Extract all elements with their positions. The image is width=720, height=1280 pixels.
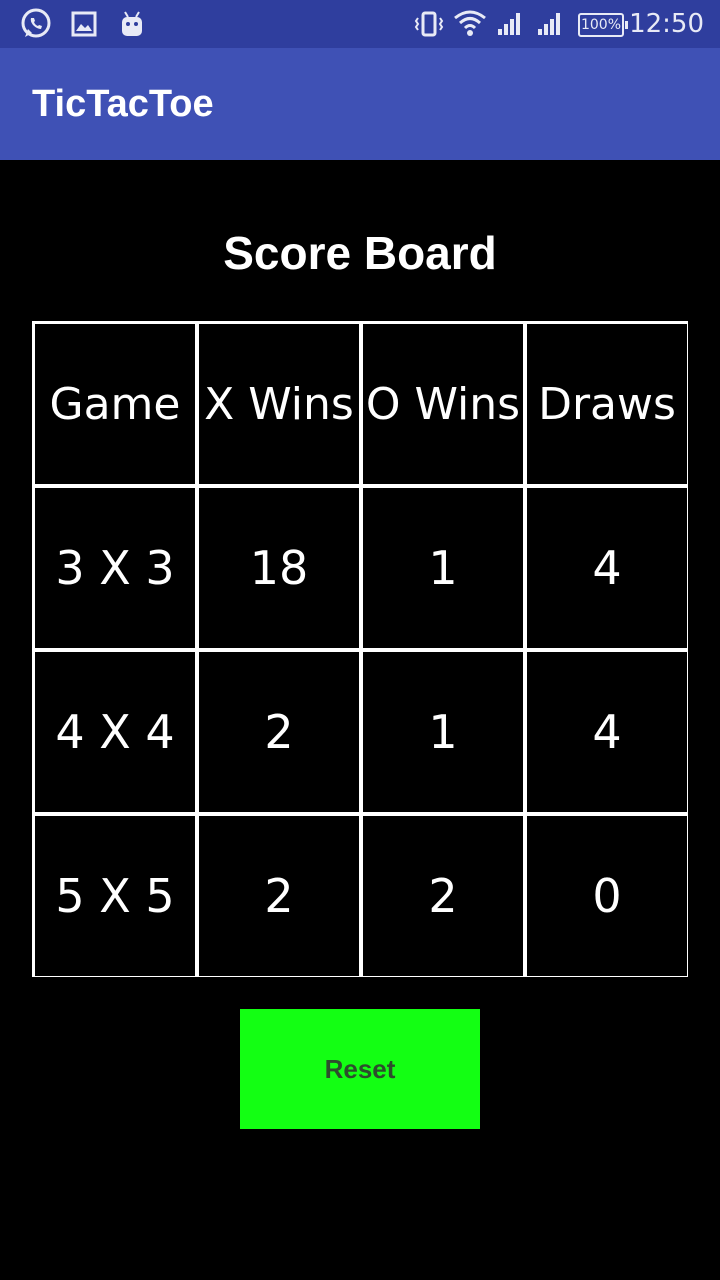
table-cell-o-wins: 2 <box>363 816 523 976</box>
table-cell-x-wins: 18 <box>199 488 359 648</box>
signal-icon <box>494 8 524 40</box>
header-cell-game: Game <box>35 324 195 484</box>
vibrate-icon <box>414 8 444 40</box>
whatsapp-icon <box>18 8 54 40</box>
signal-icon <box>534 8 564 40</box>
scoreboard-title: Score Board <box>223 227 497 279</box>
header-cell-o-wins: O Wins <box>363 324 523 484</box>
app-bar: TicTacToe <box>0 48 720 160</box>
android-icon <box>118 8 146 40</box>
table-cell-draws: 0 <box>527 816 687 976</box>
table-cell-draws: 4 <box>527 652 687 812</box>
table-cell-game: 4 X 4 <box>35 652 195 812</box>
reset-button[interactable]: Reset <box>240 1009 480 1129</box>
table-cell-x-wins: 2 <box>199 652 359 812</box>
table-cell-draws: 4 <box>527 488 687 648</box>
table-cell-o-wins: 1 <box>363 488 523 648</box>
header-cell-x-wins: X Wins <box>199 324 359 484</box>
table-cell-x-wins: 2 <box>199 816 359 976</box>
battery-icon: 100% <box>578 13 628 37</box>
table-cell-game: 5 X 5 <box>35 816 195 976</box>
status-bar: 100% 12:50 <box>0 0 720 48</box>
header-cell-draws: Draws <box>527 324 687 484</box>
app-title: TicTacToe <box>32 83 214 125</box>
table-cell-game: 3 X 3 <box>35 488 195 648</box>
scoreboard-table: Game X Wins O Wins Draws 3 X 3 18 1 4 4 … <box>32 321 688 977</box>
wifi-icon <box>452 8 488 40</box>
clock-time: 12:50 <box>629 9 704 39</box>
table-cell-o-wins: 1 <box>363 652 523 812</box>
gallery-icon <box>70 8 98 40</box>
